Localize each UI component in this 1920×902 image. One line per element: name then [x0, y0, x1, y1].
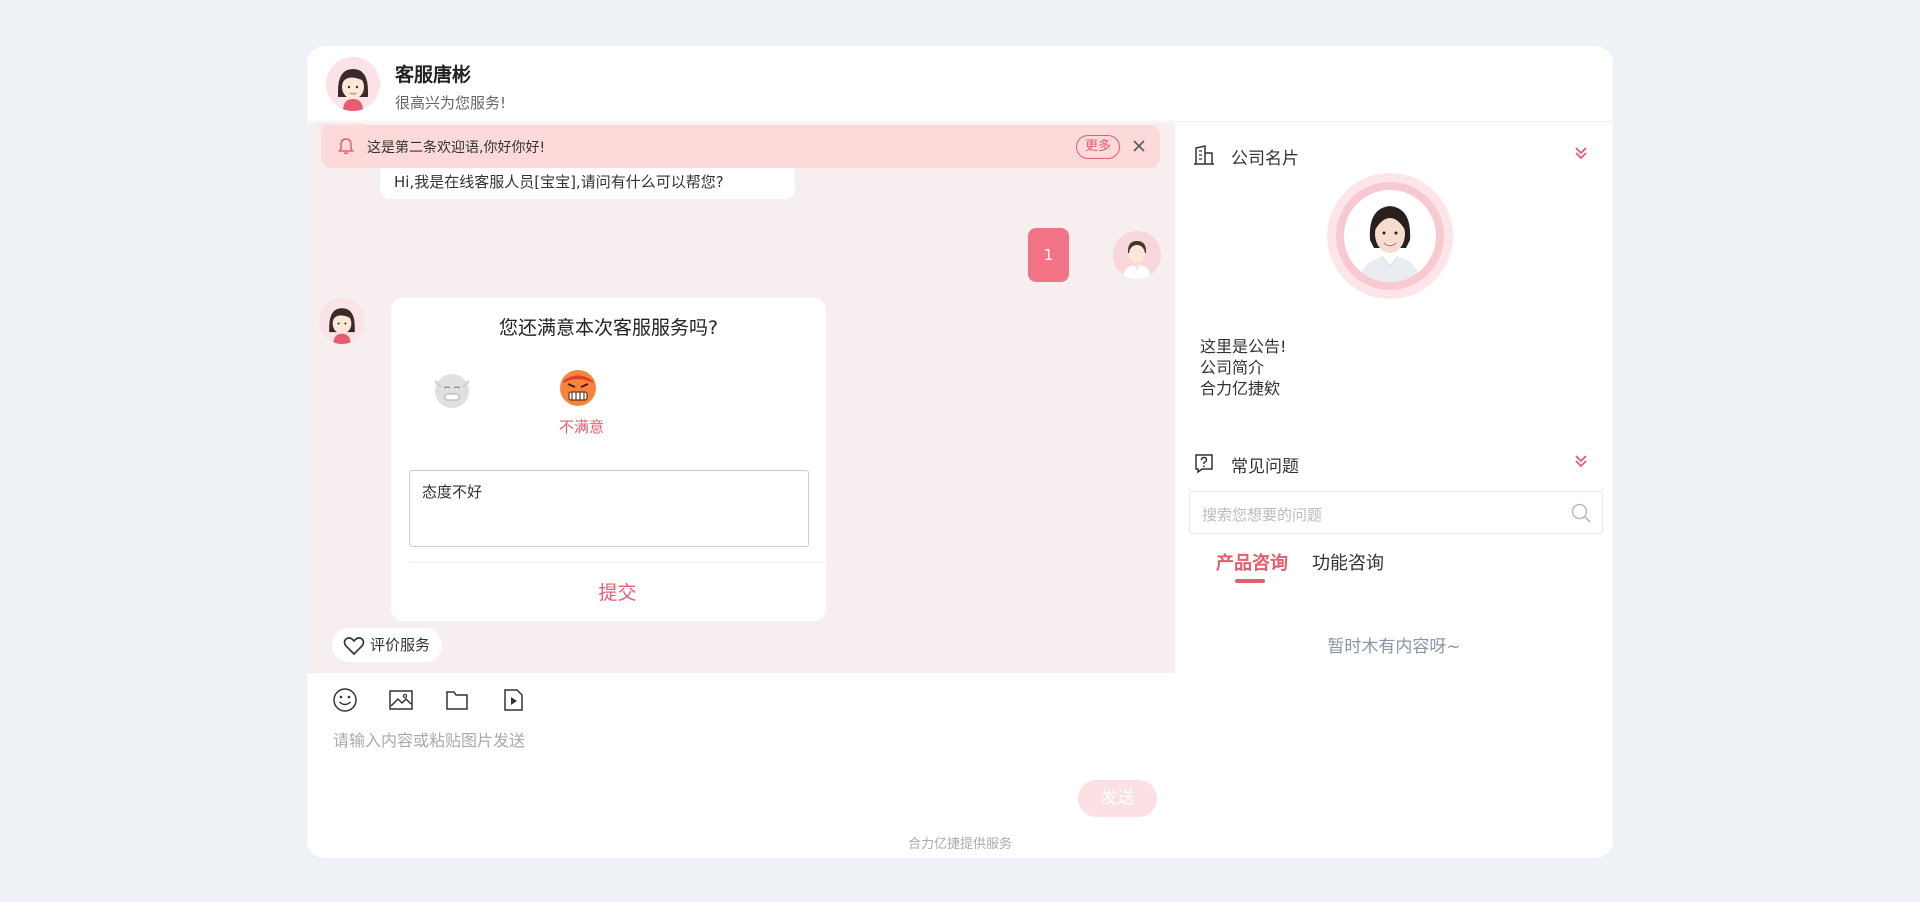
faq-search-input[interactable]: 搜索您想要的问题: [1189, 491, 1603, 534]
rating-comment-input[interactable]: 态度不好: [409, 470, 809, 547]
user-avatar: [1113, 231, 1161, 279]
rating-submit-button[interactable]: 提交: [391, 578, 844, 605]
bell-icon: [338, 138, 354, 155]
company-notice-line: 这里是公告!: [1200, 337, 1287, 356]
active-tab-indicator: [1235, 579, 1265, 583]
rating-card: 您还满意本次客服服务吗? 不满意 态度不好 提交: [391, 298, 826, 621]
company-notice-line: 合力亿捷欸: [1200, 379, 1281, 398]
composer: 请输入内容或粘贴图片发送 发送: [307, 673, 1175, 858]
angry-emoji-icon[interactable]: [557, 367, 599, 409]
close-icon[interactable]: [1130, 137, 1148, 155]
send-button[interactable]: 发送: [1078, 780, 1157, 817]
message-input[interactable]: 请输入内容或粘贴图片发送: [333, 727, 525, 751]
folder-icon[interactable]: [444, 687, 470, 713]
agent-name: 客服唐彬: [395, 64, 472, 86]
company-card-title: 公司名片: [1231, 149, 1299, 169]
building-icon: [1194, 145, 1214, 165]
faq-empty-text: 暂时木有内容呀~: [1327, 637, 1461, 657]
divider: [409, 562, 826, 563]
agent-subtitle: 很高兴为您服务!: [395, 94, 507, 112]
footer-text: 合力亿捷提供服务: [907, 837, 1012, 852]
notice-text: 这是第二条欢迎语,你好你好!: [367, 140, 546, 156]
company-notice: 这里是公告! 公司简介 合力亿捷欸: [1200, 336, 1286, 399]
tab-product-consult[interactable]: 产品咨询: [1216, 549, 1288, 575]
company-notice-line: 公司简介: [1200, 358, 1265, 377]
chat-area[interactable]: Hi,我是在线客服人员[宝宝],请问有什么可以帮您? 这是第二条欢迎语,你好你好…: [307, 123, 1175, 673]
agent-message-text: Hi,我是在线客服人员[宝宝],请问有什么可以帮您?: [394, 173, 724, 191]
notice-bar: 这是第二条欢迎语,你好你好! 更多: [321, 125, 1160, 168]
video-file-icon[interactable]: [500, 687, 526, 713]
user-message-bubble: 1: [1028, 228, 1069, 282]
agent-avatar: [326, 57, 380, 111]
notice-more-button[interactable]: 更多: [1075, 135, 1120, 159]
chevron-double-down-icon[interactable]: [1573, 453, 1589, 469]
evaluate-service-label: 评价服务: [370, 636, 431, 654]
heart-icon: [343, 637, 365, 656]
evaluate-service-button[interactable]: 评价服务: [332, 628, 443, 662]
faq-title: 常见问题: [1231, 457, 1299, 477]
company-avatar: [1327, 173, 1453, 299]
sidebar: 公司名片 这里是公告! 公司简介 合力亿捷欸 常见问题 搜索您想要的问题 产品咨…: [1175, 123, 1613, 833]
question-icon: [1195, 454, 1213, 474]
faq-search-placeholder: 搜索您想要的问题: [1202, 506, 1323, 524]
search-icon[interactable]: [1570, 502, 1592, 524]
rating-question: 您还满意本次客服服务吗?: [498, 317, 719, 339]
agent-avatar: [319, 298, 365, 344]
emoji-icon[interactable]: [332, 687, 358, 713]
chat-header: 客服唐彬 很高兴为您服务!: [307, 46, 1613, 122]
chat-window: 客服唐彬 很高兴为您服务! Hi,我是在线客服人员[宝宝],请问有什么可以帮您?…: [307, 46, 1613, 858]
tab-feature-consult[interactable]: 功能咨询: [1312, 549, 1384, 575]
chevron-double-down-icon[interactable]: [1573, 145, 1589, 161]
rating-level-label: 不满意: [559, 418, 605, 436]
satisfied-emoji-icon[interactable]: [429, 367, 475, 413]
image-icon[interactable]: [388, 687, 414, 713]
